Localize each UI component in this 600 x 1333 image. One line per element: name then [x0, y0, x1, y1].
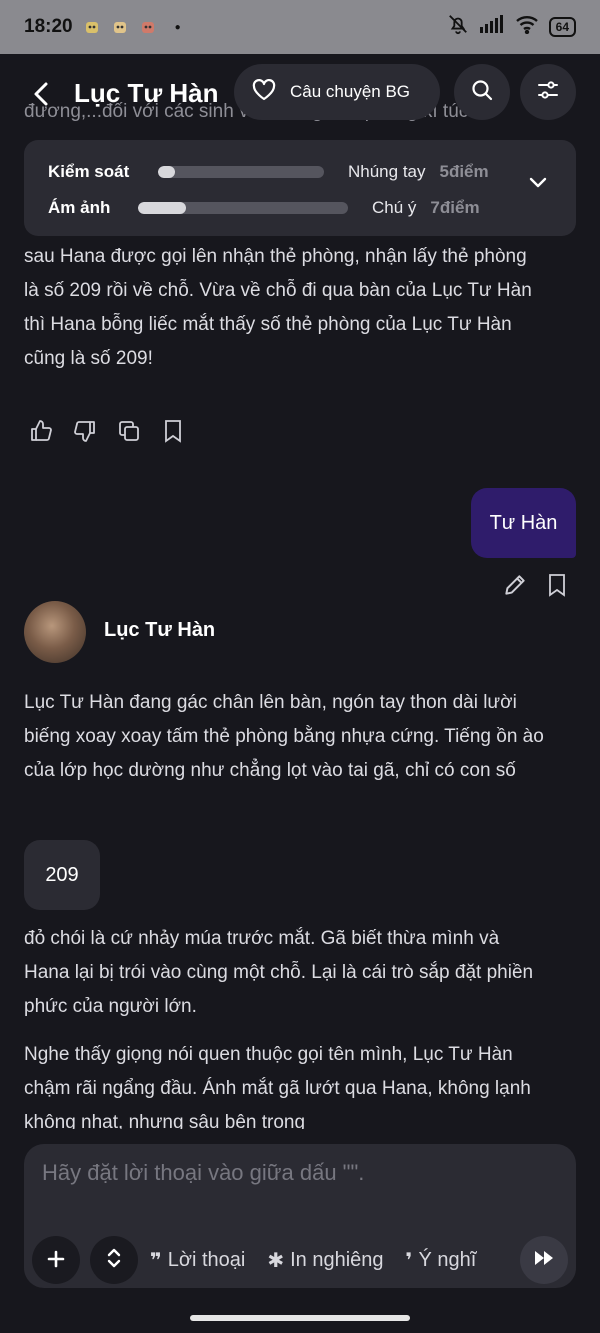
sliders-icon: [536, 78, 560, 107]
story-button-label: Câu chuyện BG: [290, 82, 411, 101]
bookmark-icon[interactable]: [160, 418, 186, 444]
heart-icon: [252, 78, 276, 106]
send-button[interactable]: [520, 1236, 568, 1284]
bot-paragraph: Nghe thấy giọng nói quen thuộc gọi tên m…: [24, 1044, 531, 1129]
stat-score: 5điểm: [439, 162, 489, 181]
thought-tool[interactable]: ❜ Ý nghĩ: [406, 1244, 477, 1276]
notification-icons: [83, 18, 157, 36]
app-notification-icon: [111, 18, 129, 36]
message-composer: ❞ Lời thoại ✱ In nghiêng ❜ Ý nghĩ: [24, 1144, 576, 1288]
search-icon: [470, 78, 494, 107]
relationship-stats-panel[interactable]: Kiểm soát Nhúng tay 5điểm Ám ảnh Chú ý 7…: [24, 140, 576, 236]
fast-forward-icon: [533, 1249, 555, 1272]
asterisk-icon: ✱: [267, 1249, 285, 1272]
avatar[interactable]: [24, 601, 86, 663]
stat-progress-fill: [158, 166, 175, 178]
home-indicator: [190, 1315, 410, 1321]
stat-score: 7điểm: [430, 198, 480, 217]
stat-label: Kiểm soát: [48, 162, 130, 181]
status-time: 18:20: [24, 16, 73, 37]
message-actions: [28, 418, 186, 444]
signal-icon: [479, 15, 505, 39]
dialogue-tool[interactable]: ❞ Lời thoại: [150, 1244, 245, 1276]
format-toolbar: ❞ Lời thoại ✱ In nghiêng ❜ Ý nghĩ: [150, 1244, 530, 1276]
apostrophe-icon: ❜: [405, 1249, 413, 1272]
stat-name: Nhúng tay: [348, 162, 426, 181]
tool-label: In nghiêng: [290, 1248, 384, 1271]
page-title: Lục Tư Hàn: [74, 78, 219, 108]
stat-progress-bar: [138, 202, 348, 214]
story-paragraph: sau Hana được gọi lên nhận thẻ phòng, nh…: [24, 246, 532, 369]
bookmark-icon[interactable]: [546, 572, 568, 603]
bot-paragraph: đỏ chói là cứ nhảy múa trước mắt. Gã biế…: [24, 928, 534, 1017]
expand-button[interactable]: [90, 1236, 138, 1284]
mute-icon: [447, 13, 469, 41]
stat-progress-bar: [158, 166, 324, 178]
quote-icon: ❞: [150, 1249, 162, 1272]
stat-row: Kiểm soát Nhúng tay 5điểm: [48, 154, 552, 190]
chevron-up-down-icon: [105, 1245, 123, 1276]
app-notification-icon: [139, 18, 157, 36]
story-button[interactable]: Câu chuyện BG: [234, 64, 440, 120]
dot-icon: ●: [174, 21, 181, 33]
back-icon[interactable]: [26, 78, 58, 110]
status-right: 64: [447, 13, 576, 41]
chat-screen: 18:20 ● 64 đương,...đối với các sinh túc…: [0, 0, 600, 1333]
chat-header: Lục Tư Hàn Câu chuyện BG: [0, 64, 600, 124]
plus-icon: [46, 1245, 66, 1276]
tool-label: Lời thoại: [167, 1248, 246, 1271]
highlight-bubble: 209: [24, 840, 100, 910]
thumbs-up-icon[interactable]: [28, 418, 54, 444]
bot-name: Lục Tư Hàn: [104, 619, 216, 641]
search-button[interactable]: [454, 64, 510, 120]
user-message-bubble: Tư Hàn: [471, 488, 576, 558]
stat-name: Chú ý: [372, 198, 417, 217]
thumbs-down-icon[interactable]: [72, 418, 98, 444]
app-notification-icon: [83, 18, 101, 36]
wifi-icon: [515, 14, 539, 40]
stat-label: Ám ảnh: [48, 198, 111, 217]
stat-progress-fill: [138, 202, 187, 214]
settings-button[interactable]: [520, 64, 576, 120]
tool-label: Ý nghĩ: [418, 1248, 477, 1271]
add-button[interactable]: [32, 1236, 80, 1284]
status-bar: 18:20 ● 64: [0, 0, 600, 54]
battery-icon: 64: [548, 17, 576, 37]
bot-paragraph: Lục Tư Hàn đang gác chân lên bàn, ngón t…: [24, 692, 544, 781]
message-input[interactable]: [42, 1156, 552, 1190]
copy-icon[interactable]: [116, 418, 142, 444]
chevron-down-icon[interactable]: [528, 176, 548, 195]
edit-icon[interactable]: [502, 572, 528, 603]
italic-tool[interactable]: ✱ In nghiêng: [267, 1244, 383, 1276]
stat-row: Ám ảnh Chú ý 7điểm: [48, 190, 552, 226]
